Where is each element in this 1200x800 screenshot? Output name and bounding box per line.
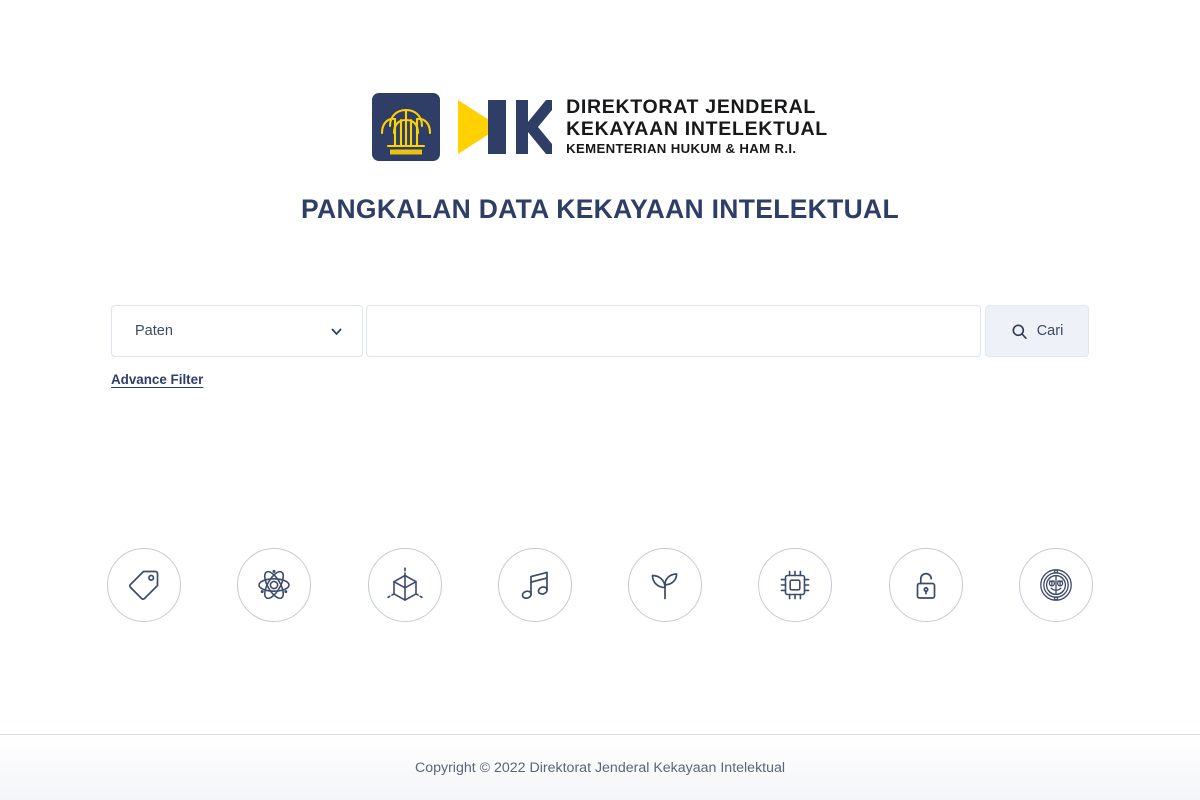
search-category-value: Paten	[135, 323, 173, 339]
category-merek[interactable]	[107, 548, 181, 622]
category-paten[interactable]	[237, 548, 312, 622]
chevron-down-icon	[331, 328, 342, 335]
main-content: DIREKTORAT JENDERAL KEKAYAAN INTELEKTUAL…	[0, 0, 1200, 734]
search-submit-button[interactable]: Cari	[985, 305, 1089, 357]
logo-line-3: KEMENTERIAN HUKUM & HAM R.I.	[566, 141, 797, 157]
page-root: DIREKTORAT JENDERAL KEKAYAAN INTELEKTUAL…	[0, 0, 1200, 800]
cube-3d-icon	[386, 567, 423, 601]
site-logo[interactable]: DIREKTORAT JENDERAL KEKAYAAN INTELEKTUAL…	[0, 92, 1200, 162]
indonesia-ministry-crest-icon	[372, 93, 441, 161]
atom-icon	[258, 569, 291, 600]
seedling-icon	[651, 573, 678, 600]
music-note-icon	[521, 571, 548, 600]
category-dtlst[interactable]	[758, 548, 833, 622]
microchip-icon	[781, 570, 810, 600]
logo-line-2: KEKAYAAN INTELEKTUAL	[566, 117, 828, 140]
category-hak-cipta[interactable]	[497, 548, 572, 622]
search-section: Paten Cari Advance Filter	[111, 305, 1089, 389]
category-varietas-tanaman[interactable]	[628, 548, 703, 622]
category-rahasia-dagang[interactable]	[888, 548, 963, 622]
search-row: Paten Cari	[111, 305, 1089, 357]
category-icon-row	[107, 548, 1093, 622]
category-kekayaan-intelektual-komunal[interactable]	[1018, 548, 1093, 622]
logo-wordmark: DIREKTORAT JENDERAL KEKAYAAN INTELEKTUAL…	[566, 96, 828, 157]
search-input[interactable]	[366, 305, 981, 357]
category-desain-industri[interactable]	[367, 548, 442, 622]
search-icon	[1012, 323, 1027, 339]
page-footer: Copyright © 2022 Direktorat Jenderal Kek…	[0, 734, 1200, 800]
tag-icon	[129, 570, 159, 600]
search-category-select[interactable]: Paten	[111, 305, 363, 357]
dji-monogram-icon	[458, 100, 553, 154]
logo-line-1: DIREKTORAT JENDERAL	[566, 96, 816, 119]
page-title: PANGKALAN DATA KEKAYAAN INTELEKTUAL	[301, 194, 899, 224]
advance-filter-link[interactable]: Advance Filter	[111, 372, 203, 387]
padlock-icon	[916, 572, 936, 599]
tribal-mask-icon	[1040, 569, 1072, 601]
search-submit-label: Cari	[1036, 323, 1064, 339]
footer-copyright: Copyright © 2022 Direktorat Jenderal Kek…	[414, 759, 786, 776]
